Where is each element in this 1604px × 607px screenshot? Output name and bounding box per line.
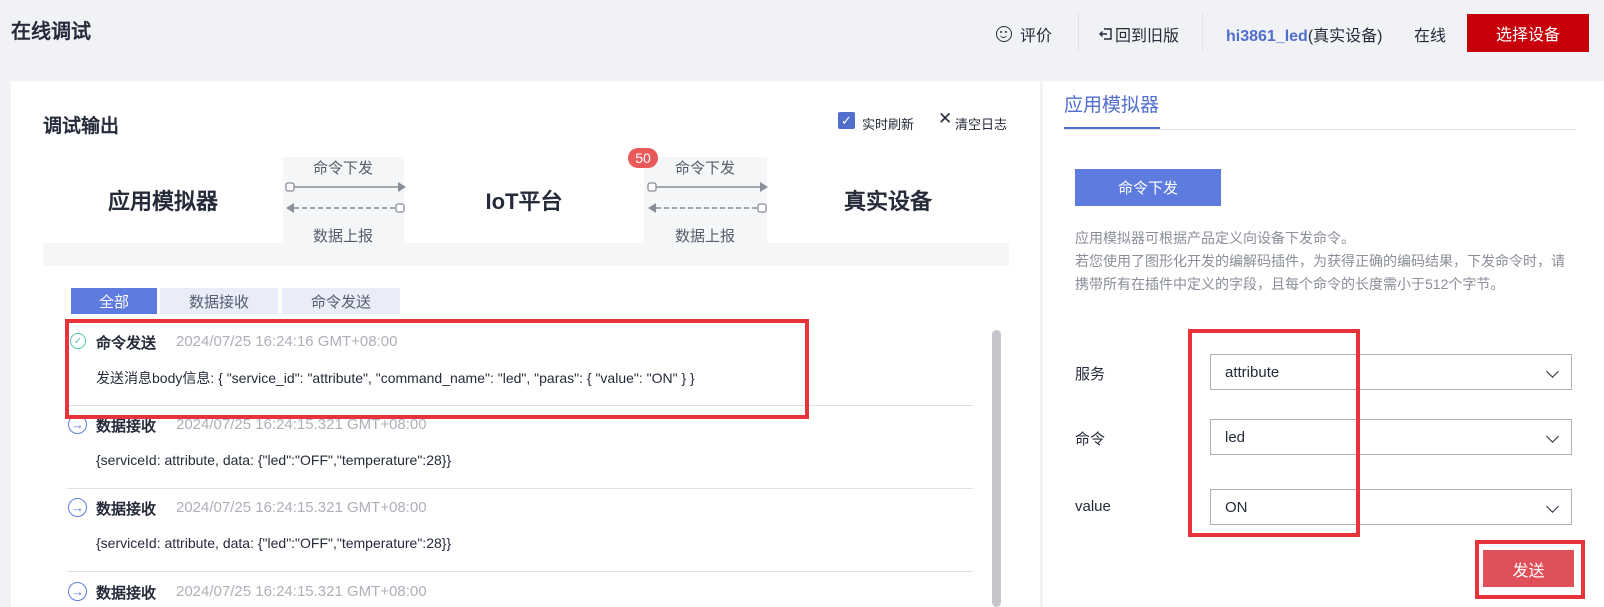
tab-command-send[interactable]: 命令发送 [282, 288, 400, 314]
realtime-refresh-label[interactable]: 实时刷新 [862, 114, 914, 133]
clear-log-button[interactable]: 清空日志 [955, 114, 1007, 133]
tab-divider [1064, 129, 1576, 130]
service-label: 服务 [1075, 366, 1106, 383]
exit-icon [1099, 28, 1112, 40]
page-title: 在线调试 [11, 21, 91, 43]
header-divider [1078, 13, 1079, 51]
log-time: 2024/07/25 16:24:15.321 GMT+08:00 [176, 583, 427, 600]
log-title: 数据接收 [96, 501, 157, 518]
desc-line: 应用模拟器可根据产品定义向设备下发命令。 [1075, 230, 1355, 246]
back-label: 回到旧版 [1115, 28, 1180, 45]
desc-line: 若您使用了图形化开发的编解码插件，为获得正确的编码结果，下发命令时，请携带所有在… [1075, 253, 1565, 292]
clear-icon[interactable]: ✕ [938, 109, 952, 129]
header-divider [1202, 13, 1203, 51]
cmd-down-label: 命令下发 [675, 160, 736, 177]
real-device-node: 真实设备 [767, 157, 1009, 243]
realtime-refresh-checkbox[interactable]: ✓ [838, 112, 855, 129]
command-label: 命令 [1075, 431, 1106, 448]
device-name[interactable]: hi3861_led [1226, 28, 1308, 45]
flow-arrows-left [285, 182, 406, 213]
message-count-badge: 50 [628, 148, 658, 168]
chevron-down-icon [1546, 365, 1559, 378]
device-type: (真实设备) [1307, 28, 1383, 45]
log-separator [67, 571, 973, 572]
data-up-label: 数据上报 [675, 228, 736, 245]
chevron-down-icon [1546, 430, 1559, 443]
iot-platform-node: IoT平台 [404, 157, 644, 243]
receive-icon: → [68, 498, 87, 517]
command-send-button[interactable]: 命令下发 [1075, 169, 1221, 206]
debug-output-title: 调试输出 [43, 116, 120, 137]
back-to-old-version-link[interactable]: 回到旧版 [1099, 22, 1179, 46]
simulator-description: 应用模拟器可根据产品定义向设备下发命令。 若您使用了图形化开发的编解码插件，为获… [1075, 227, 1575, 296]
simulator-tab-title[interactable]: 应用模拟器 [1064, 90, 1159, 117]
value-label: value [1075, 498, 1111, 515]
rate-label: 评价 [1020, 28, 1053, 45]
tab-data-receive[interactable]: 数据接收 [160, 288, 278, 314]
cmd-down-label: 命令下发 [313, 160, 374, 177]
log-separator [67, 488, 973, 489]
smile-icon [996, 26, 1012, 42]
device-info: hi3861_led(真实设备) [1226, 22, 1383, 46]
tab-all[interactable]: 全部 [71, 288, 157, 314]
highlight-box [1475, 540, 1585, 599]
select-device-button[interactable]: 选择设备 [1467, 14, 1589, 52]
highlight-box [65, 319, 809, 419]
rate-button[interactable]: 评价 [996, 22, 1052, 46]
data-up-label: 数据上报 [313, 228, 374, 245]
device-status: 在线 [1414, 28, 1447, 45]
log-body: {serviceId: attribute, data: {"led":"OFF… [96, 452, 452, 468]
active-tab-indicator [1064, 127, 1160, 129]
chevron-down-icon [1546, 500, 1559, 513]
log-title: 数据接收 [96, 585, 157, 602]
log-scrollbar[interactable] [992, 330, 1001, 607]
highlight-box [1188, 329, 1360, 537]
receive-icon: → [68, 582, 87, 601]
app-simulator-node: 应用模拟器 [43, 157, 283, 243]
flow-arrows-right [647, 182, 768, 213]
log-body: {serviceId: attribute, data: {"led":"OFF… [96, 535, 452, 551]
log-time: 2024/07/25 16:24:15.321 GMT+08:00 [176, 499, 427, 516]
